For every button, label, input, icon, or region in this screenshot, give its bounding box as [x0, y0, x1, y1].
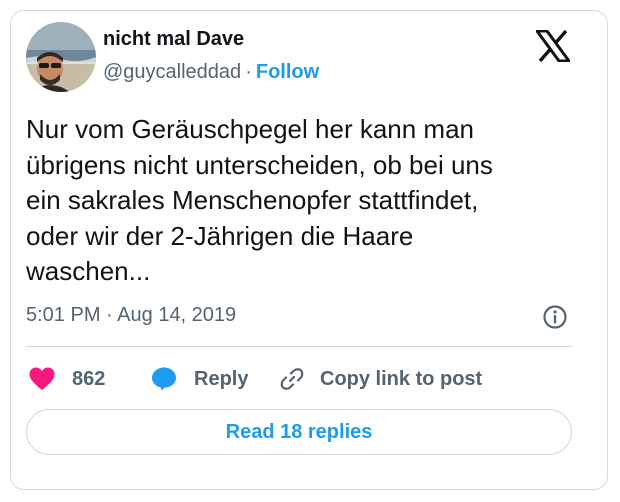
heart-icon	[29, 367, 55, 390]
tweet-timestamp[interactable]: 5:01 PM · Aug 14, 2019	[26, 304, 236, 327]
read-replies-label: Read 18 replies	[225, 420, 373, 443]
tweet-date: Aug 14, 2019	[117, 304, 237, 326]
avatar-image	[26, 22, 96, 92]
avatar[interactable]	[26, 22, 96, 92]
tweet-text: Nur vom Geräuschpegel her kann man übrig…	[26, 114, 493, 286]
copy-link-button[interactable]: Copy link to post	[278, 364, 482, 394]
timestamp-separator: ·	[106, 304, 113, 326]
reply-bubble-icon	[152, 367, 176, 391]
copy-link-label: Copy link to post	[320, 367, 483, 390]
separator-dot: ·	[245, 61, 252, 83]
reply-label: Reply	[194, 367, 249, 390]
tweet-time: 5:01 PM	[26, 304, 101, 326]
like-count: 862	[72, 367, 106, 390]
handle-row: @guycalleddad · Follow	[103, 61, 319, 84]
display-name[interactable]: nicht mal Dave	[103, 28, 244, 51]
follow-link[interactable]: Follow	[256, 61, 319, 83]
user-handle[interactable]: @guycalleddad	[103, 61, 241, 83]
read-replies-button[interactable]: Read 18 replies	[26, 409, 572, 455]
x-logo-icon[interactable]	[534, 29, 572, 63]
reply-button[interactable]: Reply	[150, 364, 248, 394]
like-button[interactable]: 862	[28, 364, 105, 394]
divider	[26, 346, 572, 347]
info-icon[interactable]	[542, 304, 568, 330]
link-icon	[280, 368, 304, 390]
